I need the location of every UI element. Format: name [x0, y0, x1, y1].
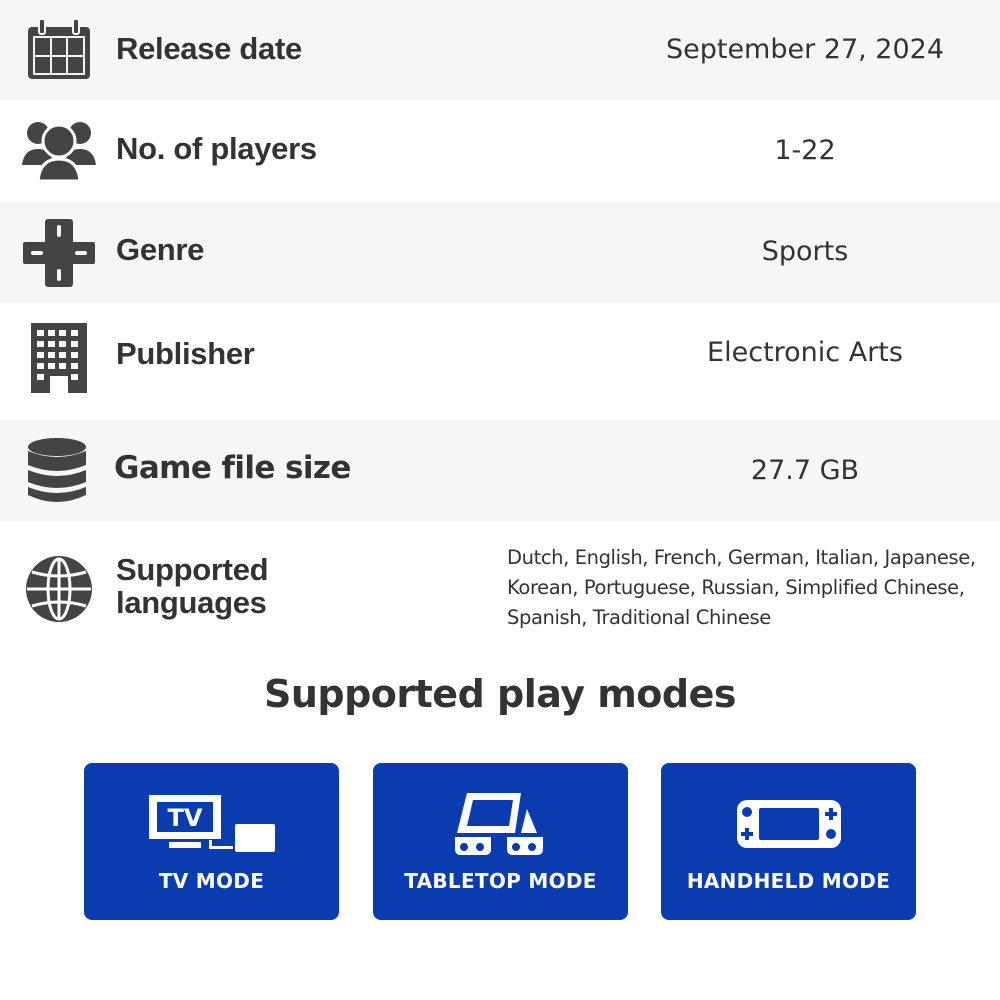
mode-card-tabletop: TABLETOP MODE [373, 763, 628, 920]
tabletop-icon [373, 791, 628, 857]
spec-label: Release date [116, 31, 302, 66]
mode-card-handheld: HANDHELD MODE [661, 763, 916, 920]
spec-label-line1: Supported [116, 552, 269, 587]
spec-value: Sports [761, 236, 849, 267]
tv-icon: TV [84, 791, 339, 857]
spec-label: Game file size [114, 450, 351, 486]
languages-value: Dutch, English, French, German, Italian,… [507, 546, 976, 629]
globe-icon [22, 552, 96, 626]
building-icon [22, 321, 96, 395]
spec-value: 1-22 [774, 135, 836, 166]
spec-row-file-size: Game file size 27.7 GB [0, 420, 1000, 522]
calendar-icon [22, 13, 96, 87]
dpad-icon [22, 216, 96, 290]
spec-value: September 27, 2024 [665, 34, 945, 65]
mode-label: HANDHELD MODE [686, 869, 891, 893]
mode-label: TV MODE [158, 869, 265, 893]
handheld-icon [661, 791, 916, 857]
spec-value: 27.7 GB [750, 455, 860, 486]
spec-label: Supported languages [116, 552, 269, 620]
spec-label-line2: languages [116, 584, 267, 620]
spec-row-publisher: Publisher Electronic Arts [0, 303, 1000, 420]
spec-label: No. of players [116, 131, 317, 166]
spec-label: Genre [116, 232, 205, 267]
players-icon [22, 114, 96, 188]
database-icon [20, 434, 94, 508]
mode-card-tv: TV TV MODE [84, 763, 339, 920]
play-modes-title: Supported play modes [263, 672, 737, 716]
spec-label: Publisher [116, 336, 255, 371]
tv-icon-text: TV [167, 804, 202, 832]
spec-row-release-date: Release date September 27, 2024 [0, 0, 1000, 100]
spec-row-genre: Genre Sports [0, 202, 1000, 303]
spec-value: Electronic Arts [707, 337, 903, 368]
spec-row-players: No. of players 1-22 [0, 100, 1000, 202]
mode-label: TABLETOP MODE [404, 869, 597, 893]
